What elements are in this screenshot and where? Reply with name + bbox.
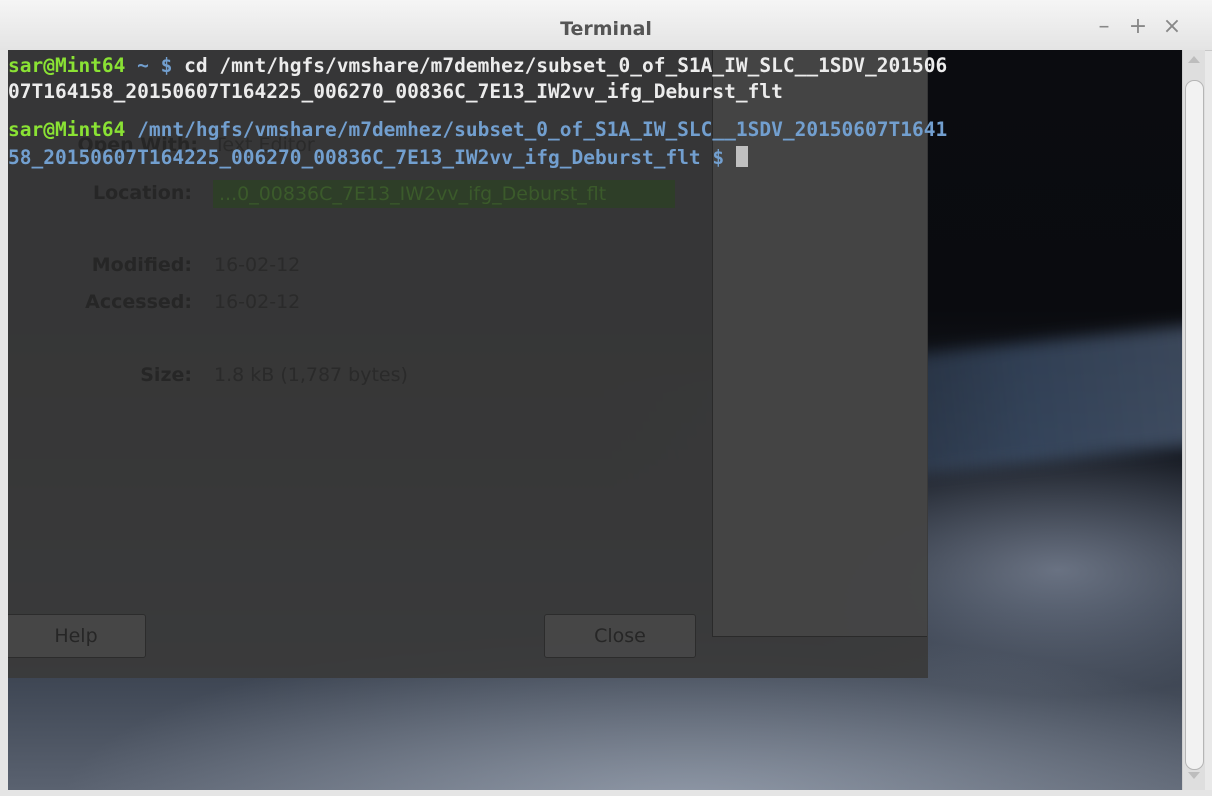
window-title: Terminal (560, 18, 652, 40)
size-label: Size: (140, 364, 192, 386)
modified-value: 16-02-12 (214, 254, 301, 276)
terminal-line-4: 58_20150607T164225_006270_00836C_7E13_IW… (8, 146, 748, 170)
maximize-button[interactable]: + (1126, 14, 1150, 39)
modified-label: Modified: (91, 254, 192, 276)
prompt-user: sar@Mint64 (8, 118, 126, 141)
help-button-label: Help (54, 625, 98, 647)
prompt-path: ~ $ (125, 54, 185, 77)
terminal-line-1: sar@Mint64 ~ $ cd /mnt/hgfs/vmshare/m7de… (8, 54, 947, 78)
properties-dialog-ghost: Open With: Text Editor Location: ...0_00… (8, 50, 928, 678)
minimize-button[interactable]: – (1092, 14, 1116, 39)
size-value: 1.8 kB (1,787 bytes) (214, 364, 408, 386)
location-label: Location: (92, 182, 192, 204)
window-left-border (0, 50, 8, 790)
text-cursor (735, 146, 748, 167)
close-window-button[interactable]: × (1160, 14, 1184, 39)
window-bottom-border (0, 790, 1212, 796)
scroll-down-icon[interactable] (1188, 772, 1200, 779)
accessed-value: 16-02-12 (214, 291, 301, 313)
title-bar[interactable]: Terminal – + × (0, 0, 1212, 51)
terminal-line-3: sar@Mint64 /mnt/hgfs/vmshare/m7demhez/su… (8, 118, 947, 142)
accessed-label: Accessed: (85, 291, 192, 313)
prompt-path: 58_20150607T164225_006270_00836C_7E13_IW… (8, 146, 736, 169)
terminal-line-2: 07T164158_20150607T164225_006270_00836C_… (8, 80, 783, 103)
close-button-label: Close (594, 625, 646, 647)
location-value: ...0_00836C_7E13_IW2vv_ifg_Deburst_flt (213, 180, 675, 208)
prompt-user: sar@Mint64 (8, 54, 126, 77)
close-button[interactable]: Close (544, 614, 696, 658)
prompt-path: /mnt/hgfs/vmshare/m7demhez/subset_0_of_S… (125, 118, 948, 141)
help-button[interactable]: Help (8, 614, 146, 658)
scrollbar-thumb[interactable] (1185, 80, 1204, 770)
vertical-scrollbar[interactable] (1182, 50, 1205, 790)
terminal-area[interactable]: Open With: Text Editor Location: ...0_00… (8, 50, 1182, 790)
command-text: cd /mnt/hgfs/vmshare/m7demhez/subset_0_o… (184, 54, 948, 77)
scroll-up-icon[interactable] (1188, 56, 1200, 63)
